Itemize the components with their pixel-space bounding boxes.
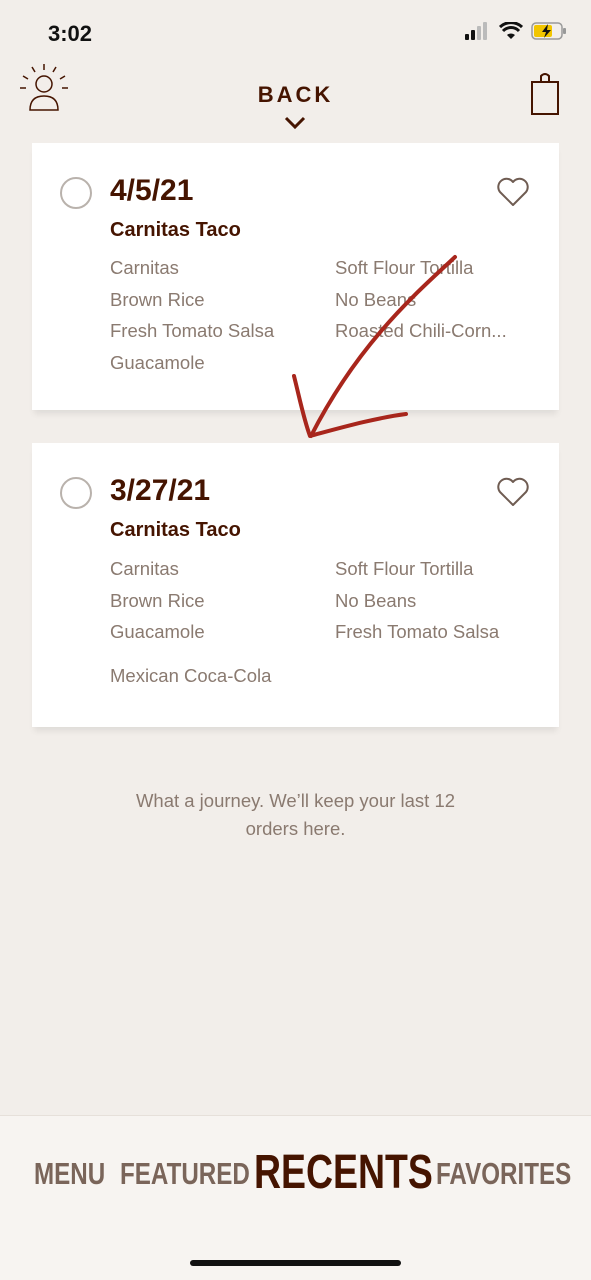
order-card[interactable]: 3/27/21 Carnitas Taco Carnitas Brown Ric…: [32, 443, 559, 727]
tab-menu[interactable]: MENU: [34, 1156, 105, 1192]
ingredient: Carnitas: [110, 257, 179, 278]
status-bar: 3:02: [0, 0, 591, 60]
battery-icon: [531, 22, 567, 45]
ingredient: No Beans: [335, 590, 417, 611]
order-item-name: Carnitas Taco: [110, 519, 241, 541]
order-extra-item: Mexican Coca-Cola: [110, 665, 272, 686]
footer-note-line: orders here.: [245, 818, 346, 839]
order-item-name: Carnitas Taco: [110, 219, 241, 241]
ingredient: No Beans: [335, 289, 417, 310]
heart-icon: [497, 177, 529, 206]
header: BACK: [0, 60, 591, 140]
tab-featured[interactable]: FEATURED: [120, 1156, 250, 1192]
ingredient: Brown Rice: [110, 289, 205, 310]
tab-recents[interactable]: RECENTS: [254, 1145, 433, 1200]
recents-footer-note: What a journey. We’ll keep your last 12 …: [0, 787, 591, 843]
ingredient: Carnitas: [110, 558, 179, 579]
tab-favorites[interactable]: FAVORITES: [436, 1156, 571, 1192]
chevron-down-icon[interactable]: [284, 116, 306, 135]
radio-icon[interactable]: [60, 477, 92, 509]
order-card[interactable]: 4/5/21 Carnitas Taco Carnitas Brown Rice…: [32, 143, 559, 410]
ingredient: Fresh Tomato Salsa: [335, 621, 500, 642]
footer-note-line: What a journey. We’ll keep your last 12: [135, 790, 456, 811]
ingredient: Guacamole: [110, 621, 205, 642]
favorite-button[interactable]: [496, 477, 530, 512]
ingredient: Soft Flour Tortilla: [335, 257, 474, 278]
back-button[interactable]: BACK: [0, 82, 591, 108]
bag-button[interactable]: [530, 70, 560, 121]
favorite-button[interactable]: [496, 177, 530, 212]
ingredient: Guacamole: [110, 352, 205, 373]
status-time: 3:02: [48, 21, 93, 46]
ingredient: Brown Rice: [110, 590, 205, 611]
ingredient: Roasted Chili-Corn...: [335, 320, 507, 341]
wifi-icon: [498, 21, 524, 45]
home-indicator[interactable]: [190, 1260, 401, 1266]
order-date: 4/5/21: [110, 174, 194, 207]
ingredient: Fresh Tomato Salsa: [110, 320, 275, 341]
bag-icon: [531, 73, 559, 115]
ingredient: Soft Flour Tortilla: [335, 558, 474, 579]
heart-icon: [497, 477, 529, 506]
bottom-nav: MENU FEATURED RECENTS FAVORITES: [0, 1115, 591, 1280]
order-date: 3/27/21: [110, 474, 211, 507]
status-icons: [465, 21, 567, 45]
radio-icon[interactable]: [60, 177, 92, 209]
signal-icon: [465, 22, 491, 45]
